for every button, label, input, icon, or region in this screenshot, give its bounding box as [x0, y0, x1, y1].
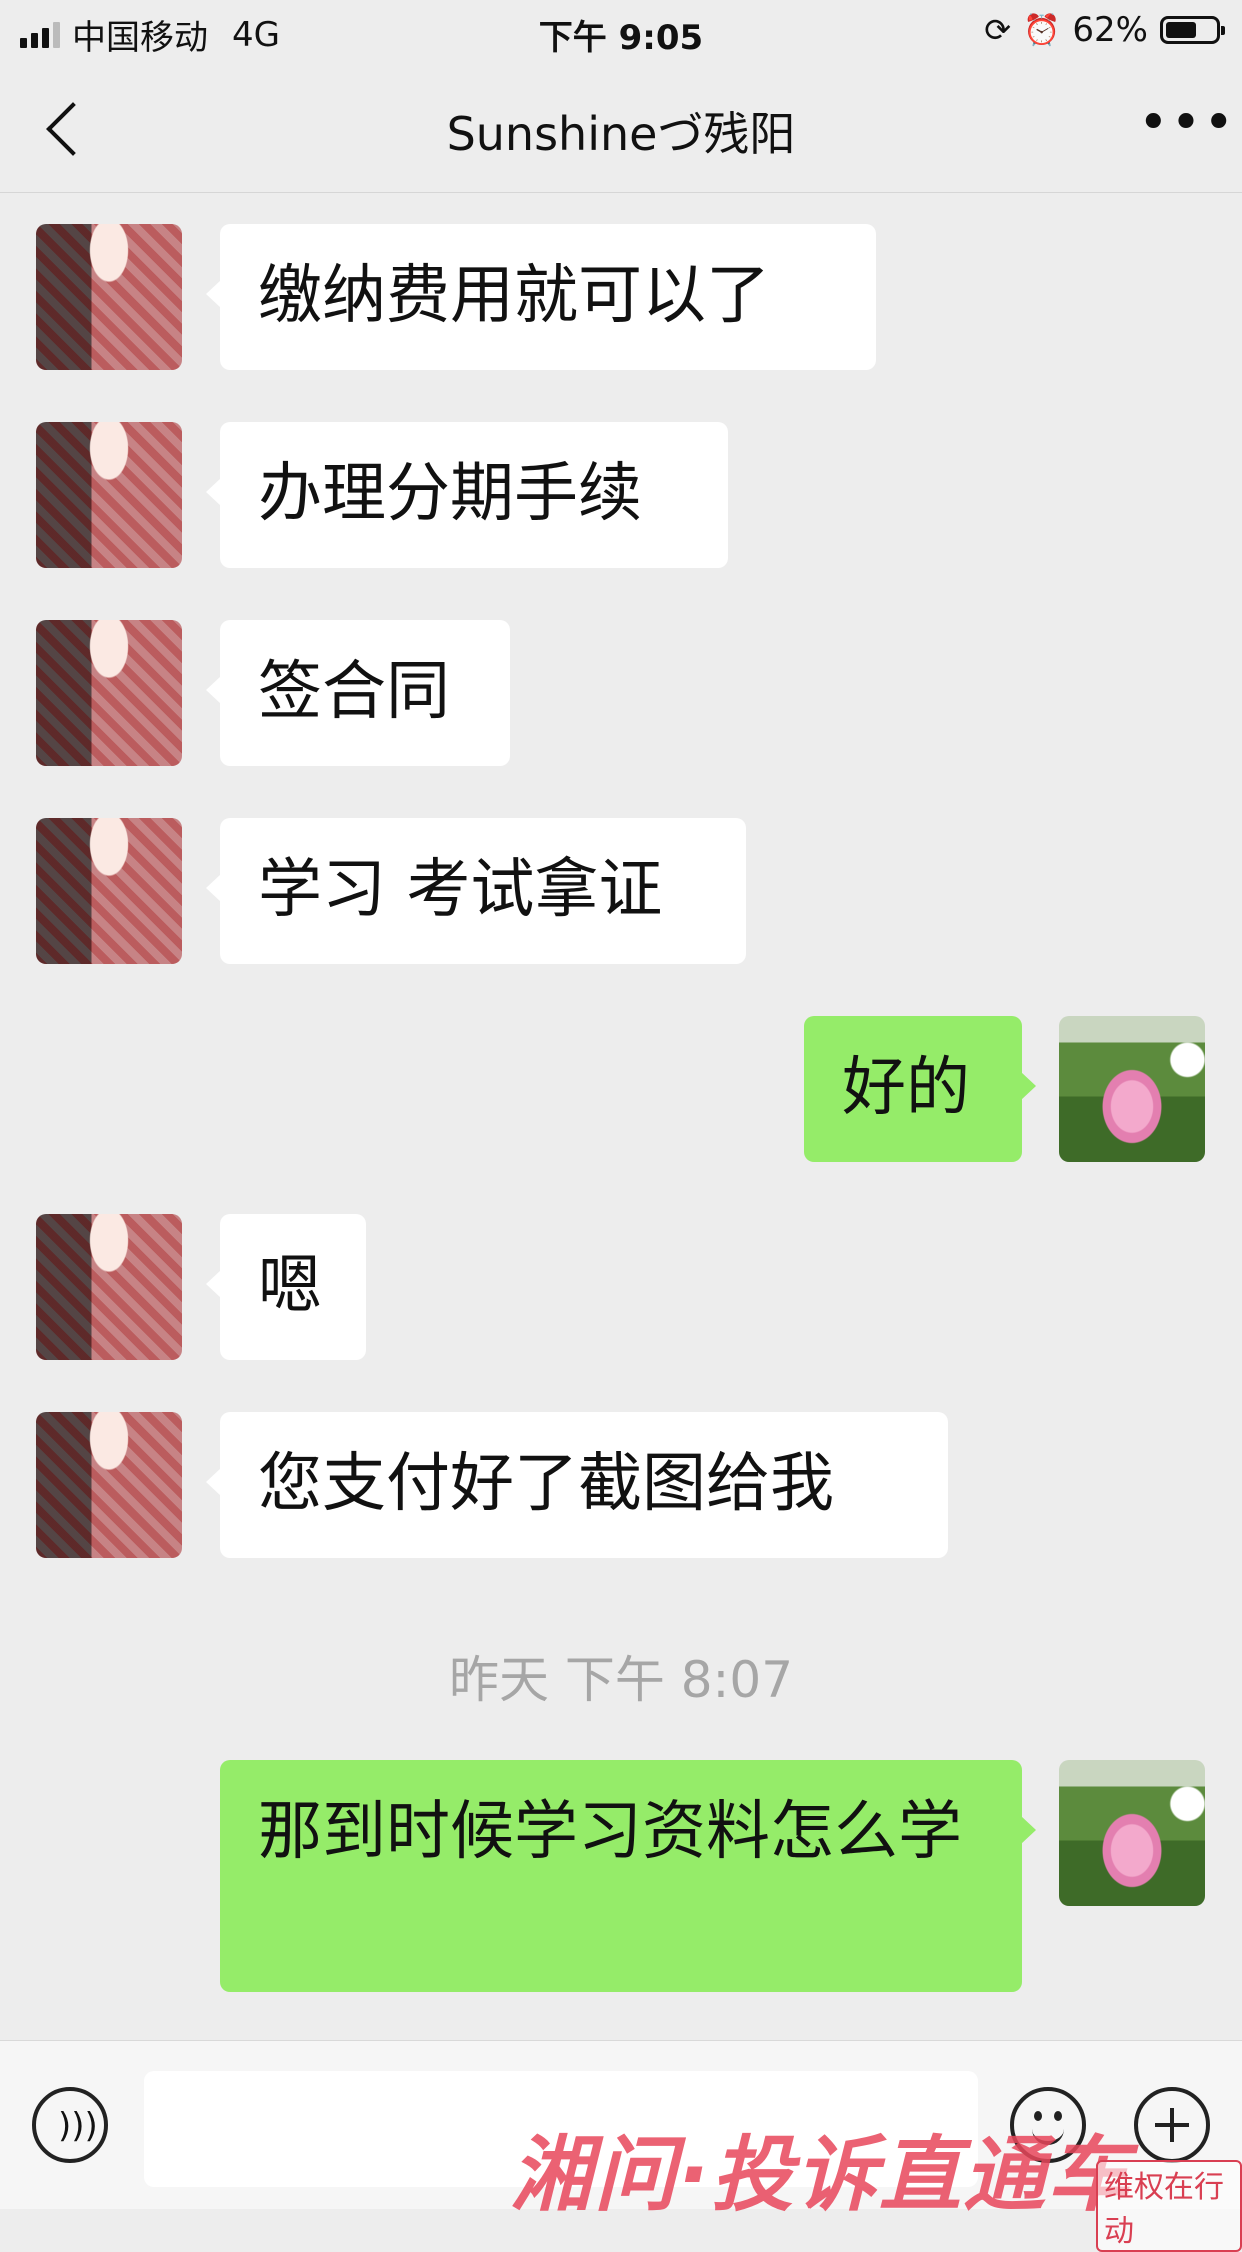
message-bubble[interactable]: 学习 考试拿证 — [206, 818, 746, 964]
message-bubble[interactable]: 好的 — [804, 1016, 1036, 1162]
alarm-icon: ⏰ — [1023, 12, 1061, 48]
orientation-lock-icon: ⟳ — [984, 11, 1012, 49]
watermark-logo: 湘问·投诉直通车 — [510, 2128, 1132, 2223]
chat-header: Sunshineづ残阳 ••• — [0, 64, 1242, 193]
contact-avatar[interactable] — [36, 1214, 182, 1360]
contact-avatar[interactable] — [36, 1412, 182, 1558]
contact-avatar[interactable] — [36, 620, 182, 766]
message-bubble[interactable]: 您支付好了截图给我 — [206, 1412, 948, 1558]
status-bar: 中国移动 4G 下午 9:05 ⟳ ⏰ 62% — [0, 0, 1242, 64]
contact-avatar[interactable] — [36, 224, 182, 370]
contact-avatar[interactable] — [36, 422, 182, 568]
voice-input-button[interactable]: ))) — [32, 2087, 108, 2163]
battery-icon — [1160, 16, 1225, 44]
watermark-badge: 维权在行动 — [1096, 2160, 1242, 2252]
more-options-button[interactable]: ••• — [1138, 97, 1234, 149]
my-avatar[interactable] — [1059, 1760, 1205, 1906]
message-bubble[interactable]: 签合同 — [206, 620, 510, 766]
message-bubble[interactable]: 那到时候学习资料怎么学 — [220, 1760, 1036, 1992]
message-bubble[interactable]: 办理分期手续 — [206, 422, 728, 568]
chat-title: Sunshineづ残阳 — [446, 107, 796, 161]
more-functions-button[interactable] — [1134, 2087, 1210, 2163]
battery-percent: 62% — [1072, 10, 1148, 50]
contact-avatar[interactable] — [36, 818, 182, 964]
voice-icon: ))) — [58, 2106, 98, 2146]
message-bubble[interactable]: 嗯 — [206, 1214, 366, 1360]
message-timestamp: 昨天 下午 8:07 — [448, 1651, 794, 1709]
message-bubble[interactable]: 缴纳费用就可以了 — [206, 224, 876, 370]
my-avatar[interactable] — [1059, 1016, 1205, 1162]
